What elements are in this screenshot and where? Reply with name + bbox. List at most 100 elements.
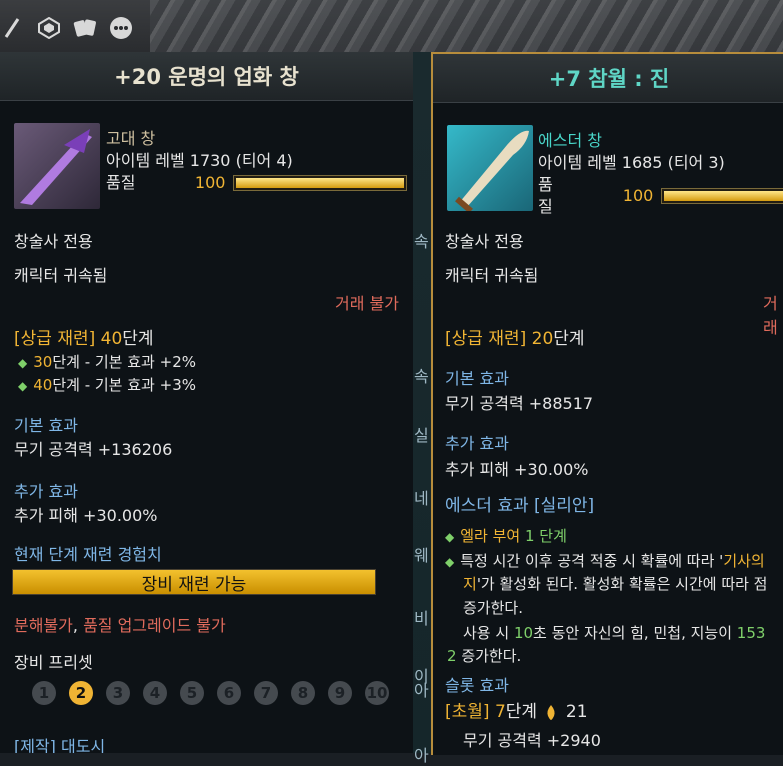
more-icon[interactable]	[108, 15, 134, 41]
diamond-icon: ◆	[445, 555, 455, 569]
item-header: 에스더 창 아이템 레벨 1685 (티어 3) 품질 100	[433, 103, 783, 216]
greatsword-icon	[447, 125, 533, 214]
extra-effect-value: 추가 피해 +30.00%	[445, 460, 589, 479]
background-text: 속	[414, 232, 429, 251]
transcend-line: [초월] 7단계 21	[445, 697, 588, 722]
preset-3[interactable]: 3	[106, 681, 130, 705]
advanced-refine-tag: [상급 재련]	[14, 329, 96, 349]
transcend-effect: 무기 공격력 +2940	[463, 731, 601, 750]
ella-stage: 1 단계	[524, 527, 567, 545]
item-level: 아이템 레벨 1730 (티어 4)	[106, 151, 293, 170]
trade-status: 거래 불가	[335, 294, 399, 313]
quality-value: 100	[194, 173, 226, 192]
quality-row: 품질 100	[106, 172, 408, 194]
preset-1[interactable]: 1	[32, 681, 56, 705]
skill-amount: 2	[447, 647, 457, 665]
advanced-refine-unit: 단계	[553, 329, 585, 349]
skill-duration: 10	[513, 624, 534, 642]
quality-value: 100	[622, 186, 654, 205]
advanced-refine-stage: 40	[100, 329, 123, 349]
background-text: 비	[414, 609, 429, 628]
bonus-unit: 단계	[52, 376, 80, 394]
transcend-tag: [초월]	[445, 702, 490, 722]
bound-status: 캐릭터 귀속됨	[14, 266, 108, 285]
skill-text: 증가한다.	[456, 647, 522, 665]
flame-icon	[542, 703, 560, 721]
warnings: 분해불가, 품질 업그레이드 불가	[14, 612, 226, 636]
transcend-unit: 단계	[505, 702, 538, 722]
top-icons	[0, 10, 134, 46]
extra-effect-label: 추가 효과	[14, 482, 78, 501]
class-only: 창술사 전용	[445, 232, 524, 251]
refine-bar-text: 장비 재련 가능	[141, 574, 247, 595]
skill-line-2: 지'가 활성화 된다. 활성화 확률은 시간에 따라 점	[463, 573, 767, 594]
skill-text: 사용 시	[463, 624, 514, 642]
bound-status: 캐릭터 귀속됨	[445, 266, 539, 285]
quality-label: 품질	[106, 173, 136, 192]
esther-effect-label: 에스더 효과 [실리안]	[445, 496, 595, 516]
refine-exp-label: 현재 단계 재련 경험치	[14, 545, 162, 564]
ella-label: 엘라 부여	[460, 527, 525, 545]
preset-7[interactable]: 7	[254, 681, 278, 705]
background-text: 네	[414, 489, 429, 508]
preset-6[interactable]: 6	[217, 681, 241, 705]
feather-icon[interactable]	[0, 15, 26, 41]
bonus-stage: 40	[33, 376, 53, 394]
preset-10[interactable]: 10	[365, 681, 389, 705]
advanced-refine-unit: 단계	[122, 329, 154, 349]
advanced-refine-tag: [상급 재련]	[445, 329, 527, 349]
skill-line-5: 2 증가한다.	[447, 645, 521, 666]
skill-line-4: 사용 시 10초 동안 자신의 힘, 민첩, 지능이 153	[463, 622, 765, 643]
item-info: 에스더 창 아이템 레벨 1685 (티어 3) 품질 100	[538, 130, 783, 218]
skill-text: 특정 시간 이후 공격 적중 시 확률에 따라 '	[460, 552, 724, 570]
base-effect-value: 무기 공격력 +88517	[445, 394, 594, 413]
refine-exp-bar: 장비 재련 가능	[12, 569, 376, 595]
background-gap: 속속실네웨비이아아	[413, 52, 431, 765]
advanced-refine-stage: 20	[531, 329, 554, 349]
trade-status: 거래	[763, 294, 778, 337]
extra-effect-label: 추가 효과	[445, 434, 509, 453]
transcend-count: 21	[565, 702, 588, 722]
skill-amount: 153	[736, 624, 766, 642]
preset-8[interactable]: 8	[291, 681, 315, 705]
preset-5[interactable]: 5	[180, 681, 204, 705]
base-effect-value: 무기 공격력 +136206	[14, 440, 173, 459]
warning-disassemble: 분해불가	[14, 616, 73, 635]
background-text: 웨	[414, 546, 429, 565]
background-art	[150, 0, 783, 52]
skill-name: 지	[463, 575, 477, 593]
warning-quality: 품질 업그레이드 불가	[83, 616, 226, 635]
background-text: 실	[414, 426, 429, 445]
cards-icon[interactable]	[72, 15, 98, 41]
ella-line: ◆ 엘라 부여 1 단계	[445, 525, 567, 546]
tooltip-left: +20 운명의 업화 창 고대 창 아이템 레벨 1730 (티어 4) 품질 …	[0, 52, 415, 753]
quality-label: 품질	[538, 175, 553, 216]
skill-name: 기사의	[723, 552, 765, 570]
bonus-text: - 기본 효과 +2%	[79, 353, 196, 371]
gem-icon[interactable]	[36, 15, 62, 41]
item-info: 고대 창 아이템 레벨 1730 (티어 4) 품질 100	[106, 128, 408, 194]
skill-line-1: ◆ 특정 시간 이후 공격 적중 시 확률에 따라 '기사의	[445, 550, 765, 571]
diamond-icon: ◆	[18, 356, 28, 370]
quality-bar-fill	[664, 191, 783, 201]
quality-row: 품질 100	[538, 174, 783, 218]
warning-sep: ,	[72, 616, 84, 635]
bonus-text: - 기본 효과 +3%	[79, 376, 196, 394]
advanced-refine: [상급 재련] 20단계	[445, 324, 585, 349]
skill-text: 초 동안 자신의 힘, 민첩, 지능이	[533, 624, 737, 642]
background-text: 아	[414, 681, 429, 700]
advanced-refine: [상급 재련] 40단계	[14, 324, 154, 349]
item-rarity: 고대 창	[106, 129, 156, 148]
tooltip-right: +7 참월 : 진 에스더 창 아이템 레벨 1685 (티어 3) 품질 10…	[431, 52, 783, 755]
preset-4[interactable]: 4	[143, 681, 167, 705]
diamond-icon: ◆	[18, 379, 28, 393]
quality-bar	[233, 175, 408, 191]
quality-bar	[661, 188, 783, 204]
bonus-stage: 30	[33, 353, 53, 371]
bonus-line-1: ◆ 30단계 - 기본 효과 +2%	[18, 351, 196, 372]
preset-2[interactable]: 2	[69, 681, 93, 705]
base-effect-label: 기본 효과	[14, 416, 78, 435]
preset-9[interactable]: 9	[328, 681, 352, 705]
item-header: 고대 창 아이템 레벨 1730 (티어 4) 품질 100	[0, 101, 413, 209]
item-rarity: 에스더 창	[538, 131, 602, 150]
